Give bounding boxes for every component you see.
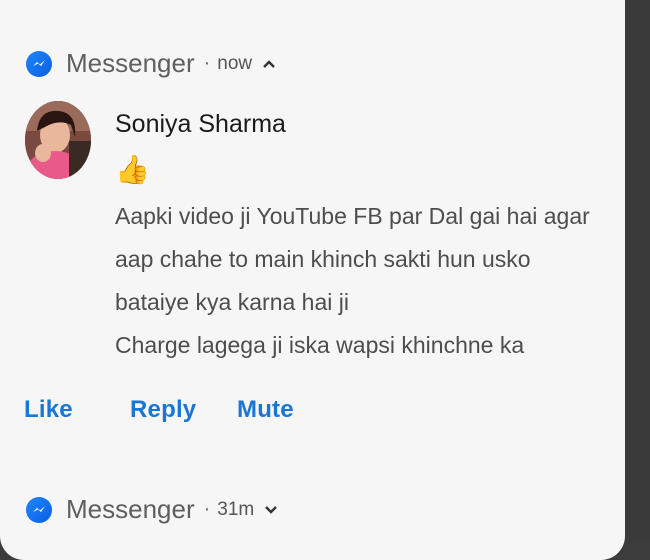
timestamp: now: [217, 52, 253, 74]
app-name: Messenger: [66, 48, 195, 78]
mute-button[interactable]: Mute: [237, 396, 294, 424]
avatar: [25, 101, 91, 179]
messenger-icon: [26, 496, 52, 523]
notification-header[interactable]: Messenger · now: [26, 48, 276, 79]
separator-dot: ·: [203, 52, 211, 74]
message-line: Charge lagega ji iska wapsi khinchne ka: [115, 332, 525, 358]
chevron-down-icon[interactable]: [264, 505, 278, 515]
like-button[interactable]: Like: [24, 396, 73, 424]
message-body: Aapki video ji YouTube FB par Dal gai ha…: [115, 195, 615, 367]
app-name: Messenger: [66, 494, 195, 524]
chevron-up-icon[interactable]: [262, 59, 276, 69]
message-line: aap chahe to main khinch sakti hun usko: [115, 246, 531, 272]
notification-header[interactable]: Messenger · 31m: [26, 494, 278, 525]
separator-dot: ·: [203, 498, 211, 520]
sender-name: Soniya Sharma: [115, 110, 286, 138]
background-edge: [625, 0, 650, 540]
thumbs-up-sticker: 👍: [115, 154, 150, 185]
timestamp: 31m: [217, 498, 255, 520]
notification-actions: Like Reply Mute: [0, 396, 625, 432]
message-line: bataiye kya karna hai ji: [115, 289, 349, 315]
message-line: Aapki video ji YouTube FB par Dal gai ha…: [115, 203, 590, 229]
reply-button[interactable]: Reply: [130, 396, 196, 424]
messenger-icon: [26, 50, 52, 77]
notification-card: Messenger · now Soniya Sharma 👍 Aapki vi…: [0, 0, 625, 560]
